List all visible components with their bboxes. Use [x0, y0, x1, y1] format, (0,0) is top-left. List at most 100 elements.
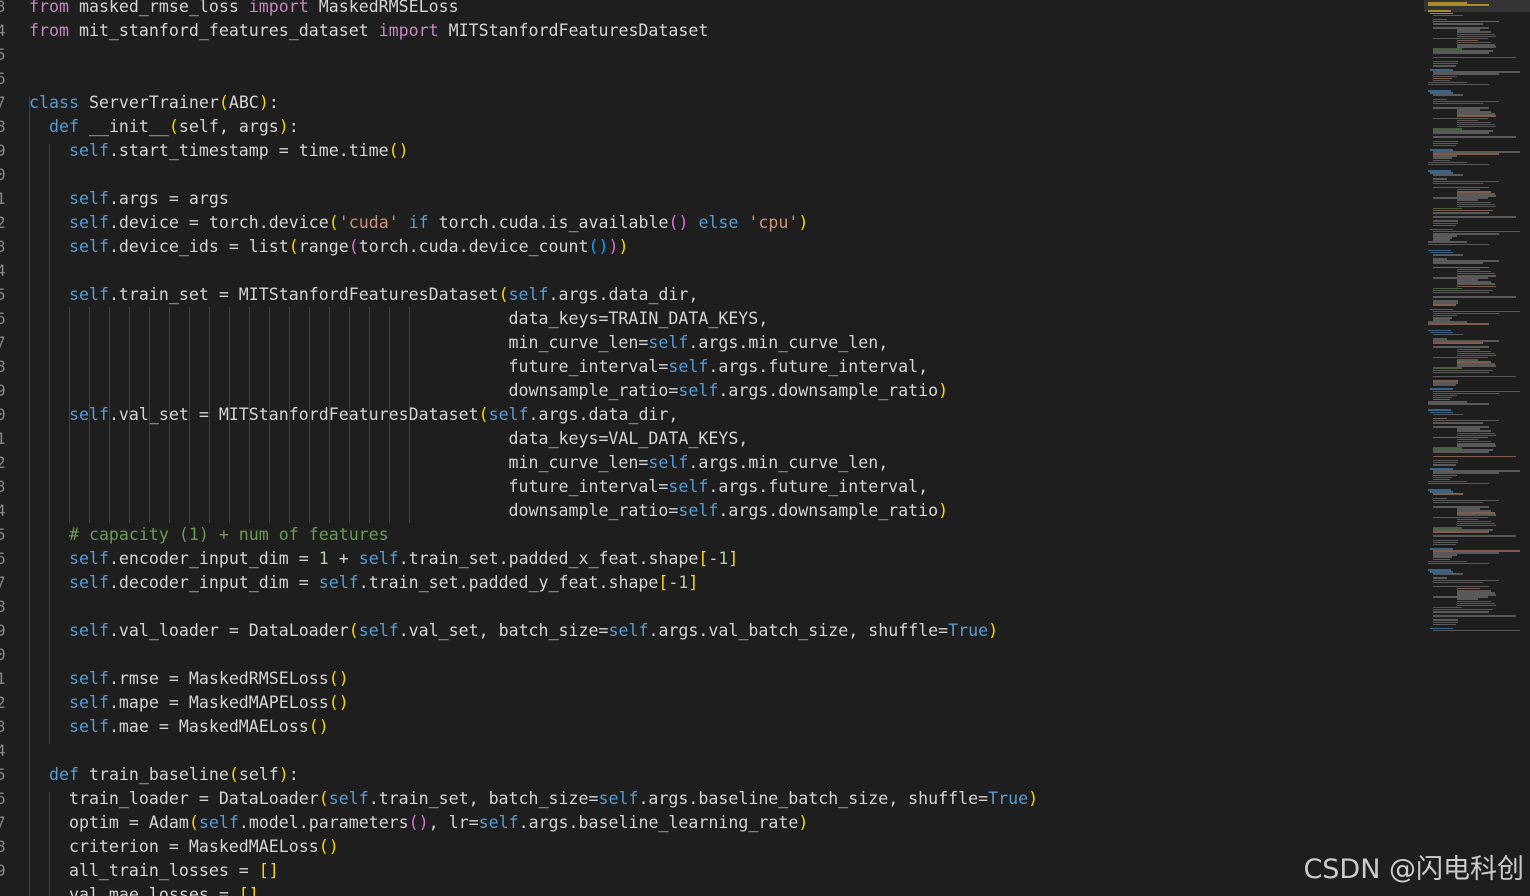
minimap-line — [1432, 422, 1484, 424]
line-number: 0 — [0, 165, 6, 184]
line-number: 9 — [0, 621, 6, 640]
code-line: def train_baseline(self): — [48, 765, 299, 784]
minimap-line — [1428, 83, 1490, 86]
line-number: 6 — [0, 549, 6, 568]
minimap-line — [1456, 285, 1497, 288]
indent-guide — [409, 307, 410, 427]
line-number: 3 — [0, 717, 6, 736]
indent-guide — [149, 427, 150, 523]
minimap-line — [1456, 604, 1497, 607]
minimap-line — [1432, 573, 1464, 575]
indent-guide — [229, 427, 230, 523]
minimap-line — [1432, 94, 1464, 96]
line-number: 9 — [0, 381, 6, 400]
line-number: 2 — [0, 453, 6, 472]
code-line: all_train_losses = [] — [29, 861, 279, 880]
line-number: 9 — [0, 861, 6, 880]
line-number: 4 — [0, 21, 6, 40]
indent-guide — [189, 427, 190, 523]
line-number: 7 — [0, 813, 6, 832]
indent-guide — [209, 307, 210, 427]
indent-guide — [269, 307, 270, 427]
indent-guide — [349, 427, 350, 523]
minimap-line — [1456, 445, 1497, 447]
indent-guide — [389, 307, 390, 427]
minimap-line — [1432, 136, 1517, 138]
minimap-line — [1432, 52, 1490, 54]
minimap-line — [1432, 212, 1490, 214]
minimap-line — [1432, 384, 1457, 386]
line-number: 2 — [0, 693, 6, 712]
minimap[interactable] — [1424, 0, 1530, 896]
indent-guide — [69, 307, 70, 427]
code-line: self.val_set = MITStanfordFeaturesDatase… — [68, 405, 679, 424]
code-line: self.val_loader = DataLoader(self.val_se… — [68, 621, 999, 640]
line-number: 5 — [0, 525, 6, 544]
indent-guide — [149, 307, 150, 427]
minimap-line — [1432, 216, 1517, 218]
minimap-line — [1428, 163, 1490, 166]
minimap-line — [1432, 262, 1484, 264]
indent-guide — [349, 307, 350, 427]
indent-guide — [249, 307, 250, 427]
indent-guide — [229, 307, 230, 427]
minimap-line — [1456, 365, 1497, 367]
code-line: self.mape = MaskedMAPELoss() — [68, 693, 349, 712]
minimap-line — [1432, 543, 1457, 546]
indent-guide — [309, 427, 310, 523]
line-number: 3 — [0, 0, 6, 16]
minimap-line — [1432, 493, 1464, 495]
minimap-line — [1432, 581, 1484, 584]
minimap-line — [1456, 46, 1497, 48]
minimap-line — [1432, 342, 1484, 344]
line-number: 7 — [0, 333, 6, 352]
code-line: # capacity (1) + num of features — [68, 525, 389, 544]
indent-guide — [209, 427, 210, 523]
minimap-line — [1432, 615, 1517, 617]
line-number: 6 — [0, 69, 6, 88]
minimap-line — [1432, 623, 1457, 626]
minimap-line — [1432, 296, 1517, 298]
line-number: 1 — [0, 669, 6, 688]
minimap-line — [1432, 304, 1457, 306]
code-line: self.mae = MaskedMAELoss() — [68, 717, 329, 736]
minimap-line — [1432, 65, 1457, 67]
minimap-line — [1432, 56, 1517, 59]
indent-guide — [89, 427, 90, 523]
minimap-line — [1432, 144, 1457, 147]
indent-guide — [129, 427, 130, 523]
indent-guide — [369, 307, 370, 427]
indent-guide — [329, 427, 330, 523]
line-number: 0 — [0, 405, 6, 424]
code-line: self.args = args — [68, 189, 229, 208]
line-number: 8 — [0, 357, 6, 376]
code-line: data_keys=TRAIN_DATA_KEYS, — [29, 309, 769, 328]
code-line: train_loader = DataLoader(self.train_set… — [29, 789, 1039, 808]
code-line: self.decoder_input_dim = self.train_set.… — [68, 573, 699, 592]
indent-guide — [89, 307, 90, 427]
code-editor[interactable]: 3 4 5 6 7 8 9 0 1 2 3 4 5 6 7 8 9 0 1 2 3 4 5 6 7 8 9 0 1 2 3 4 5 6 7 8 9 fr… — [0, 0, 1530, 896]
indent-guide — [169, 307, 170, 427]
minimap-line — [1432, 535, 1517, 537]
line-number: 3 — [0, 237, 6, 256]
minimap-line — [1432, 531, 1490, 533]
code-area[interactable]: from masked_rmse_loss import MaskedRMSEL… — [29, 0, 1419, 896]
minimap-line — [1432, 451, 1490, 453]
minimap-line — [1428, 323, 1490, 325]
minimap-line — [1456, 205, 1497, 208]
line-number: 0 — [0, 645, 6, 664]
code-line: self.train_set = MITStanfordFeaturesData… — [68, 285, 699, 304]
minimap-line — [1432, 375, 1517, 378]
line-number: 3 — [0, 477, 6, 496]
indent-guide — [269, 427, 270, 523]
indent-guide — [169, 427, 170, 523]
code-line: self.rmse = MaskedRMSELoss() — [68, 669, 349, 688]
code-line: class ServerTrainer(ABC): — [29, 93, 279, 112]
indent-guide — [309, 307, 310, 427]
code-line: min_curve_len=self.args.min_curve_len, — [29, 453, 889, 472]
line-number: 5 — [0, 765, 6, 784]
line-number: 5 — [0, 45, 6, 64]
minimap-line — [1432, 14, 1464, 17]
minimap-line — [1432, 132, 1490, 134]
line-number: 7 — [0, 93, 6, 112]
